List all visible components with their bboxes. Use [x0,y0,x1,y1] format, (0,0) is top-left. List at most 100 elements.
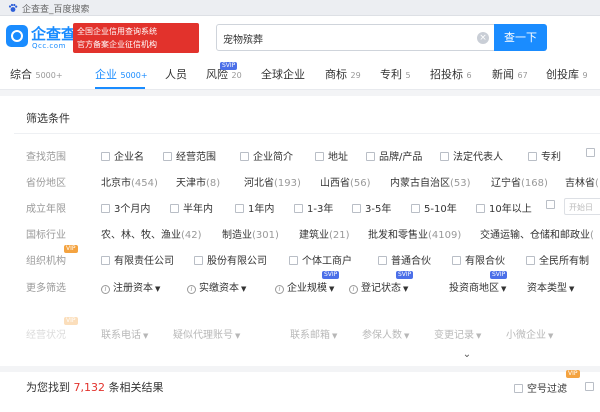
search-input[interactable] [223,29,473,47]
checkbox[interactable] [170,204,179,213]
checkbox[interactable] [235,204,244,213]
checkbox[interactable] [528,152,537,161]
option-business-scope[interactable]: 经营范围 [163,148,216,163]
option-hebei[interactable]: 河北省(193) [244,174,301,189]
tab-venture[interactable]: 创投库 9 [546,66,588,82]
option-3-5-years[interactable]: 3-5年 [352,200,391,215]
option-company-name[interactable]: 企业名 [101,148,144,163]
checkbox[interactable] [586,148,595,157]
checkbox[interactable] [546,200,555,209]
dropdown-phone[interactable]: 联系电话 ▼ [101,326,148,341]
option-legal-rep[interactable]: 法定代表人 [440,148,503,163]
dropdown-company-size[interactable]: i 企业规模 ▼ [275,279,334,294]
checkbox[interactable] [411,204,420,213]
option-general-partnership[interactable]: 普通合伙 [378,252,431,267]
option-beijing[interactable]: 北京市(454) [101,174,158,189]
search-button[interactable]: 查一下 [494,24,547,51]
dropdown-change-record[interactable]: 变更记录 ▼ [434,326,481,341]
option-half-year[interactable]: 半年内 [170,200,213,215]
checkbox[interactable] [585,382,594,391]
option-inner-mongolia[interactable]: 内蒙古自治区(53) [390,174,471,189]
tab-bidding[interactable]: 招投标 6 [430,66,472,82]
option-shanxi[interactable]: 山西省(56) [320,174,371,189]
checkbox[interactable] [526,256,535,265]
option-3-months[interactable]: 3个月内 [101,200,150,215]
option-wholesale-retail[interactable]: 批发和零售业(4109) [368,226,461,241]
tab-global-companies[interactable]: 全球企业 [261,66,305,82]
option-label: 建筑业 [299,230,329,241]
dropdown-small-business[interactable]: 小微企业 ▼ [506,326,553,341]
option-label: 吉林省 [565,178,595,189]
dropdown-email[interactable]: 联系邮箱 ▼ [290,326,337,341]
option-jilin[interactable]: 吉林省( [565,174,599,189]
option-llc[interactable]: 有限责任公司 [101,252,174,267]
option-10-plus-years[interactable]: 10年以上 [476,200,532,215]
option-label: 有限责任公司 [114,256,174,267]
tab-risk[interactable]: 风险 20 SVIP [206,62,242,82]
tab-company[interactable]: 企业 5000+ [95,66,148,82]
dropdown-investor-region[interactable]: 投资商地区 ▼ [449,279,506,294]
option-custom-date[interactable] [546,200,559,211]
dropdown-proxy-account[interactable]: 疑似代理账号 ▼ [173,326,240,341]
checkbox[interactable] [101,256,110,265]
option-individual[interactable]: 个体工商户 [289,252,352,267]
tab-label: 企业 [95,68,117,81]
checkbox[interactable] [452,256,461,265]
tab-comprehensive[interactable]: 综合 5000+ [10,66,63,82]
option-address[interactable]: 地址 [315,148,348,163]
tab-news[interactable]: 新闻 67 [492,66,528,82]
row-label: 国标行业 [26,230,66,241]
option-joint-stock[interactable]: 股份有限公司 [194,252,267,267]
option-company-intro[interactable]: 企业简介 [240,148,293,163]
checkbox[interactable] [194,256,203,265]
option-5-10-years[interactable]: 5-10年 [411,200,457,215]
option-transport-logistics[interactable]: 交通运输、仓储和邮政业( [480,226,594,241]
option-1-year[interactable]: 1年内 [235,200,274,215]
checkbox[interactable] [366,152,375,161]
dropdown-capital-type[interactable]: 资本类型 ▼ [527,279,574,294]
option-brand-product[interactable]: 品牌/产品 [366,148,422,163]
option-tianjin[interactable]: 天津市(8) [176,174,220,189]
option-manufacturing[interactable]: 制造业(301) [222,226,279,241]
option-liaoning[interactable]: 辽宁省(168) [491,174,548,189]
clear-search-icon[interactable]: × [477,32,489,44]
checkbox[interactable] [315,152,324,161]
tab-people[interactable]: 人员 [165,66,187,82]
option-count: (193) [274,178,301,189]
dropdown-registered-capital[interactable]: i 注册资本 ▼ [101,279,160,294]
expand-filters-icon[interactable]: ⌄ [455,349,479,361]
checkbox[interactable] [163,152,172,161]
checkbox[interactable] [378,256,387,265]
option-label: 经营范围 [176,152,216,163]
start-date-input[interactable]: 开始日 [564,198,600,215]
option-label: 天津市 [176,178,206,189]
checkbox[interactable] [101,152,110,161]
checkbox[interactable] [289,256,298,265]
checkbox[interactable] [514,384,523,393]
browser-tab-title[interactable]: 企查查_百度搜索 [22,2,90,15]
checkbox[interactable] [101,204,110,213]
empty-number-filter[interactable]: 空号过滤 [514,380,567,395]
dropdown-registration-status[interactable]: i 登记状态 ▼ [349,279,408,294]
qcc-logo[interactable]: 企查查 Qcc.com [6,22,76,54]
next-filter-option[interactable] [585,380,598,393]
checkbox[interactable] [352,204,361,213]
caret-down-icon: ▼ [143,332,149,340]
tab-count: 5 [405,71,411,80]
option-agriculture[interactable]: 农、林、牧、渔业(42) [101,226,202,241]
option-trademark[interactable] [586,148,599,159]
checkbox[interactable] [440,152,449,161]
checkbox[interactable] [240,152,249,161]
option-construction[interactable]: 建筑业(21) [299,226,350,241]
checkbox[interactable] [294,204,303,213]
checkbox[interactable] [476,204,485,213]
dropdown-insured-count[interactable]: 参保人数 ▼ [362,326,409,341]
svip-badge: SVIP [220,62,238,70]
option-limited-partnership[interactable]: 有限合伙 [452,252,505,267]
tab-trademark[interactable]: 商标 29 [325,66,361,82]
option-patent[interactable]: 专利 [528,148,561,163]
dropdown-paid-capital[interactable]: i 实缴资本 ▼ [187,279,246,294]
option-state-owned[interactable]: 全民所有制 [526,252,589,267]
tab-patent[interactable]: 专利 5 [380,66,411,82]
option-1-3-years[interactable]: 1-3年 [294,200,333,215]
